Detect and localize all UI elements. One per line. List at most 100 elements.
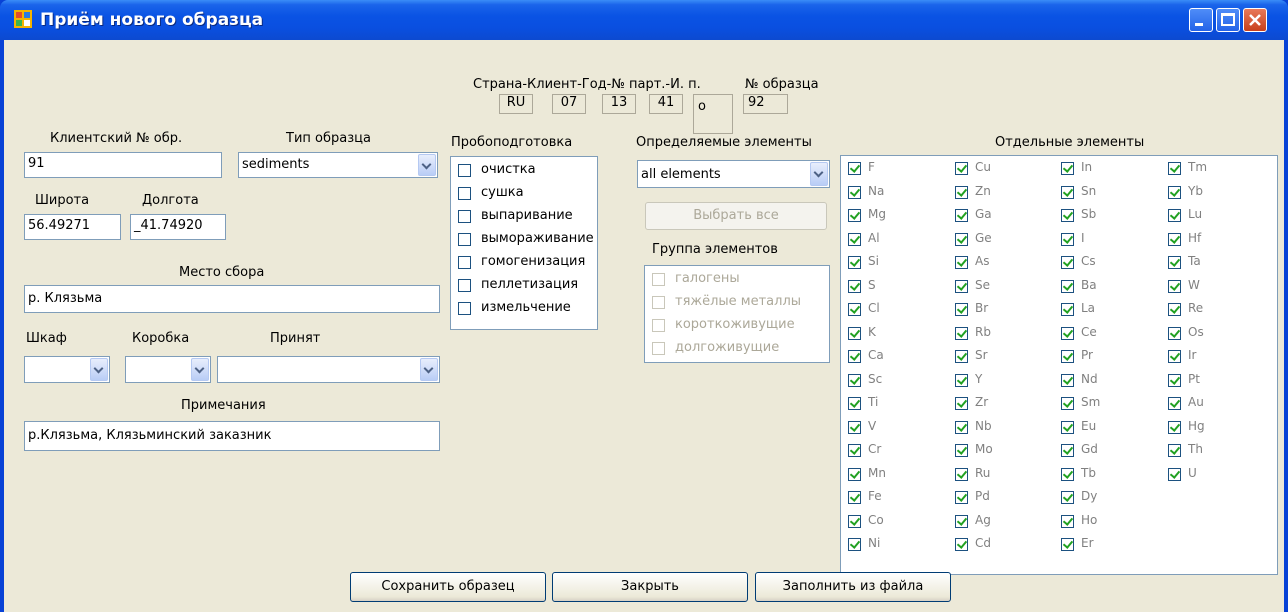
element-checkbox[interactable] [1168, 397, 1181, 410]
title-bar[interactable]: Приём нового образца [0, 0, 1288, 40]
element-checkbox[interactable] [955, 444, 968, 457]
close-window-button[interactable] [1243, 8, 1267, 32]
element-checkbox[interactable] [1061, 467, 1074, 481]
element-checkbox[interactable] [1061, 303, 1074, 316]
element-checkbox[interactable] [955, 256, 968, 269]
element-checkbox[interactable] [1168, 232, 1181, 246]
element-checkbox[interactable] [955, 185, 968, 199]
element-checkbox[interactable] [848, 162, 861, 175]
element-checkbox[interactable] [1168, 444, 1181, 457]
element-checkbox[interactable] [955, 538, 968, 551]
element-checkbox[interactable] [848, 256, 861, 269]
longitude-input[interactable]: _41.74920 [130, 214, 226, 240]
element-checkbox[interactable] [848, 514, 861, 528]
element-checkbox[interactable] [848, 303, 861, 316]
element-checkbox[interactable] [1061, 444, 1074, 457]
element-checkbox[interactable] [848, 491, 861, 504]
group-checkbox[interactable] [652, 296, 665, 309]
cabinet-select[interactable] [24, 356, 110, 383]
element-checkbox[interactable] [955, 397, 968, 410]
element-checkbox[interactable] [848, 467, 861, 481]
element-checkbox[interactable] [955, 232, 968, 246]
element-checkbox[interactable] [848, 279, 861, 293]
element-checkbox[interactable] [1061, 491, 1074, 504]
chevron-down-icon[interactable] [90, 358, 108, 381]
client-sample-input[interactable]: 91 [24, 152, 222, 178]
element-checkbox[interactable] [955, 373, 968, 387]
chevron-down-icon[interactable] [418, 154, 436, 176]
element-checkbox[interactable] [1061, 538, 1074, 551]
element-checkbox[interactable] [848, 444, 861, 457]
element-checkbox[interactable] [955, 467, 968, 481]
maximize-button[interactable] [1216, 8, 1240, 32]
element-checkbox[interactable] [1168, 326, 1181, 340]
elements-select[interactable]: all elements [637, 160, 830, 188]
element-checkbox[interactable] [848, 185, 861, 199]
fill-from-file-button[interactable]: Заполнить из файла [755, 572, 951, 602]
prep-checkbox[interactable] [458, 256, 471, 269]
place-input[interactable]: р. Клязьма [24, 285, 440, 313]
element-checkbox[interactable] [955, 350, 968, 363]
element-checkbox[interactable] [848, 232, 861, 246]
element-checkbox[interactable] [1061, 397, 1074, 410]
element-checkbox[interactable] [955, 326, 968, 340]
prep-checkbox[interactable] [458, 302, 471, 315]
box-select[interactable] [125, 356, 211, 383]
element-checkbox[interactable] [1168, 420, 1181, 434]
element-checkbox[interactable] [1061, 420, 1074, 434]
element-checkbox[interactable] [1168, 209, 1181, 222]
sample-type-select[interactable]: sediments [238, 152, 438, 178]
element-checkbox[interactable] [1168, 303, 1181, 316]
prep-checkbox[interactable] [458, 164, 471, 177]
element-checkbox[interactable] [848, 209, 861, 222]
element-checkbox[interactable] [955, 303, 968, 316]
element-checkbox[interactable] [1168, 185, 1181, 199]
element-checkbox[interactable] [1168, 350, 1181, 363]
minimize-button[interactable] [1189, 8, 1213, 32]
element-checkbox[interactable] [1168, 256, 1181, 269]
element-checkbox[interactable] [955, 279, 968, 293]
element-checkbox[interactable] [1061, 514, 1074, 528]
group-checkbox[interactable] [652, 273, 665, 286]
element-checkbox[interactable] [1061, 279, 1074, 293]
prep-checkbox[interactable] [458, 233, 471, 246]
element-checkbox[interactable] [1061, 209, 1074, 222]
chevron-down-icon[interactable] [191, 358, 209, 381]
close-button[interactable]: Закрыть [552, 572, 748, 602]
element-checkbox[interactable] [1061, 326, 1074, 340]
chevron-down-icon[interactable] [420, 358, 438, 381]
element-checkbox[interactable] [848, 373, 861, 387]
element-checkbox[interactable] [848, 350, 861, 363]
prep-checkbox[interactable] [458, 187, 471, 200]
element-checkbox[interactable] [955, 162, 968, 175]
group-checkbox[interactable] [652, 319, 665, 332]
element-checkbox[interactable] [955, 209, 968, 222]
save-sample-button[interactable]: Сохранить образец [350, 572, 546, 602]
element-checkbox[interactable] [848, 397, 861, 410]
element-checkbox[interactable] [1061, 162, 1074, 175]
element-checkbox[interactable] [1061, 350, 1074, 363]
chevron-down-icon[interactable] [810, 162, 828, 186]
group-checkbox[interactable] [652, 342, 665, 355]
element-checkbox[interactable] [848, 538, 861, 551]
prep-checkbox[interactable] [458, 279, 471, 292]
accepted-select[interactable] [217, 356, 440, 383]
element-checkbox[interactable] [1168, 467, 1181, 481]
element-checkbox[interactable] [848, 326, 861, 340]
prep-checkbox[interactable] [458, 210, 471, 223]
element-checkbox[interactable] [1061, 185, 1074, 199]
element-checkbox[interactable] [1168, 162, 1181, 175]
element-checkbox[interactable] [1061, 256, 1074, 269]
element-checkbox[interactable] [955, 420, 968, 434]
element-checkbox[interactable] [955, 514, 968, 528]
element-checkbox[interactable] [1061, 373, 1074, 387]
select-all-button[interactable]: Выбрать все [645, 202, 827, 230]
element-checkbox[interactable] [1168, 373, 1181, 387]
notes-input[interactable]: р.Клязьма, Клязьминский заказник [24, 421, 440, 451]
sample-number-label: № образца [745, 77, 819, 92]
element-checkbox[interactable] [955, 491, 968, 504]
element-checkbox[interactable] [1061, 232, 1074, 246]
element-checkbox[interactable] [1168, 279, 1181, 293]
latitude-input[interactable]: 56.49271 [24, 214, 121, 240]
element-checkbox[interactable] [848, 420, 861, 434]
